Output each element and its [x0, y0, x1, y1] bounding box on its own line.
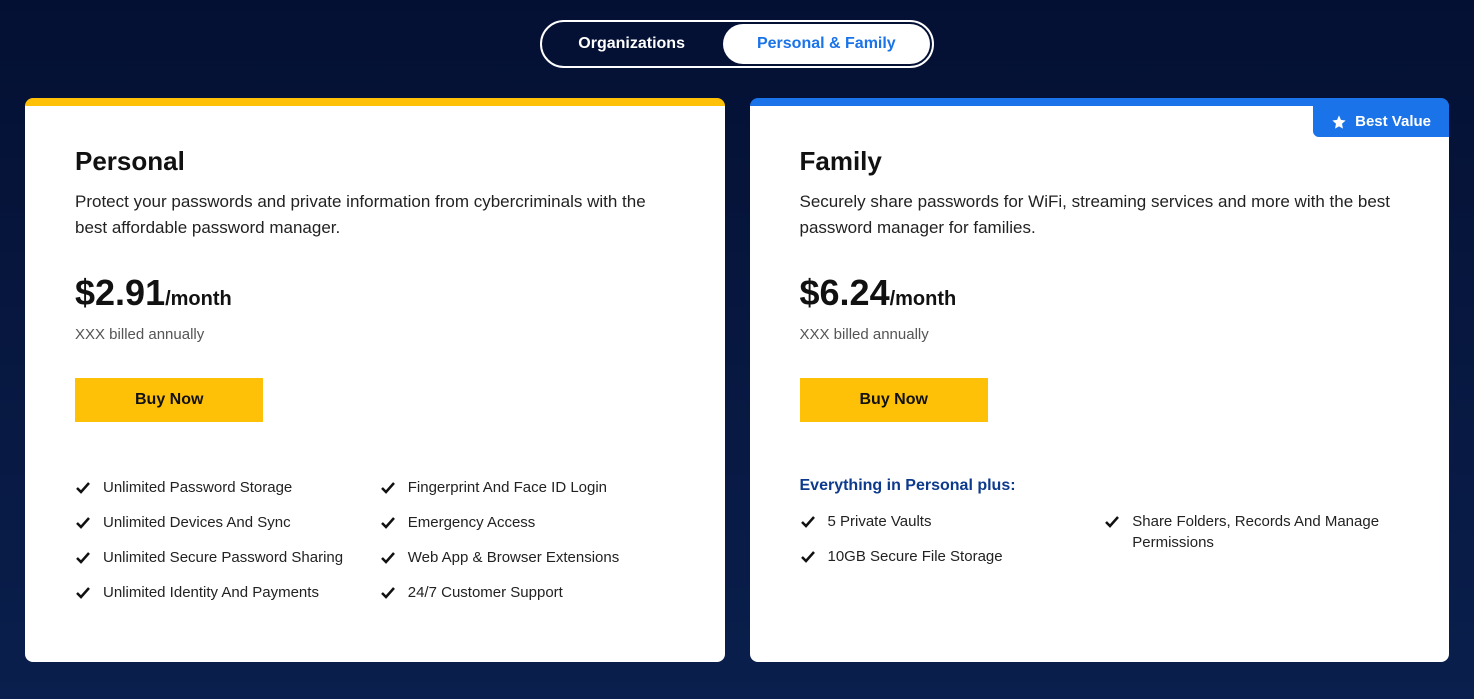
best-value-badge: Best Value: [1313, 106, 1449, 137]
tab-organizations[interactable]: Organizations: [542, 22, 721, 66]
feature-text: Unlimited Password Storage: [103, 477, 292, 498]
feature-item: 10GB Secure File Storage: [800, 546, 1095, 567]
feature-item: Fingerprint And Face ID Login: [380, 477, 675, 498]
feature-text: 5 Private Vaults: [828, 511, 932, 532]
plan-price: $6.24/month: [800, 272, 1400, 314]
feature-text: Share Folders, Records And Manage Permis…: [1132, 511, 1399, 553]
feature-text: Unlimited Devices And Sync: [103, 512, 291, 533]
feature-text: 10GB Secure File Storage: [828, 546, 1003, 567]
check-icon: [380, 515, 396, 531]
billing-note: XXX billed annually: [800, 326, 1400, 343]
feature-text: Web App & Browser Extensions: [408, 547, 620, 568]
price-amount: $2.91: [75, 272, 165, 313]
check-icon: [380, 550, 396, 566]
feature-text: 24/7 Customer Support: [408, 582, 563, 603]
check-icon: [800, 514, 816, 530]
tabs-container: Organizations Personal & Family: [25, 20, 1449, 68]
price-amount: $6.24: [800, 272, 890, 313]
badge-text: Best Value: [1355, 113, 1431, 130]
price-period: /month: [890, 288, 957, 310]
plan-card-family: Best Value Family Securely share passwor…: [750, 98, 1450, 662]
check-icon: [75, 515, 91, 531]
feature-item: Emergency Access: [380, 512, 675, 533]
features-column-2: Fingerprint And Face ID Login Emergency …: [380, 477, 675, 617]
feature-item: Web App & Browser Extensions: [380, 547, 675, 568]
plus-label: Everything in Personal plus:: [800, 477, 1400, 495]
feature-text: Fingerprint And Face ID Login: [408, 477, 607, 498]
check-icon: [380, 585, 396, 601]
buy-now-button-family[interactable]: Buy Now: [800, 378, 988, 422]
feature-item: Unlimited Devices And Sync: [75, 512, 370, 533]
feature-text: Emergency Access: [408, 512, 536, 533]
check-icon: [75, 585, 91, 601]
plan-description: Protect your passwords and private infor…: [75, 189, 675, 240]
features-column-2: Share Folders, Records And Manage Permis…: [1104, 511, 1399, 581]
check-icon: [800, 549, 816, 565]
buy-now-button-personal[interactable]: Buy Now: [75, 378, 263, 422]
feature-text: Unlimited Identity And Payments: [103, 582, 319, 603]
plan-description: Securely share passwords for WiFi, strea…: [800, 189, 1400, 240]
plan-price: $2.91/month: [75, 272, 675, 314]
feature-item: Unlimited Password Storage: [75, 477, 370, 498]
price-period: /month: [165, 288, 232, 310]
features-column-1: Unlimited Password Storage Unlimited Dev…: [75, 477, 370, 617]
plan-title: Personal: [75, 146, 675, 177]
check-icon: [75, 480, 91, 496]
billing-note: XXX billed annually: [75, 326, 675, 343]
star-icon: [1331, 114, 1347, 130]
feature-item: Unlimited Secure Password Sharing: [75, 547, 370, 568]
features-list: Unlimited Password Storage Unlimited Dev…: [75, 477, 675, 617]
plan-type-tabs: Organizations Personal & Family: [540, 20, 933, 68]
feature-item: 5 Private Vaults: [800, 511, 1095, 532]
pricing-cards-row: Personal Protect your passwords and priv…: [25, 98, 1449, 662]
features-list: 5 Private Vaults 10GB Secure File Storag…: [800, 511, 1400, 581]
tab-personal-family[interactable]: Personal & Family: [723, 24, 930, 64]
feature-text: Unlimited Secure Password Sharing: [103, 547, 343, 568]
feature-item: Unlimited Identity And Payments: [75, 582, 370, 603]
check-icon: [380, 480, 396, 496]
check-icon: [1104, 514, 1120, 530]
plan-card-personal: Personal Protect your passwords and priv…: [25, 98, 725, 662]
features-column-1: 5 Private Vaults 10GB Secure File Storag…: [800, 511, 1095, 581]
feature-item: 24/7 Customer Support: [380, 582, 675, 603]
feature-item: Share Folders, Records And Manage Permis…: [1104, 511, 1399, 553]
check-icon: [75, 550, 91, 566]
plan-title: Family: [800, 146, 1400, 177]
